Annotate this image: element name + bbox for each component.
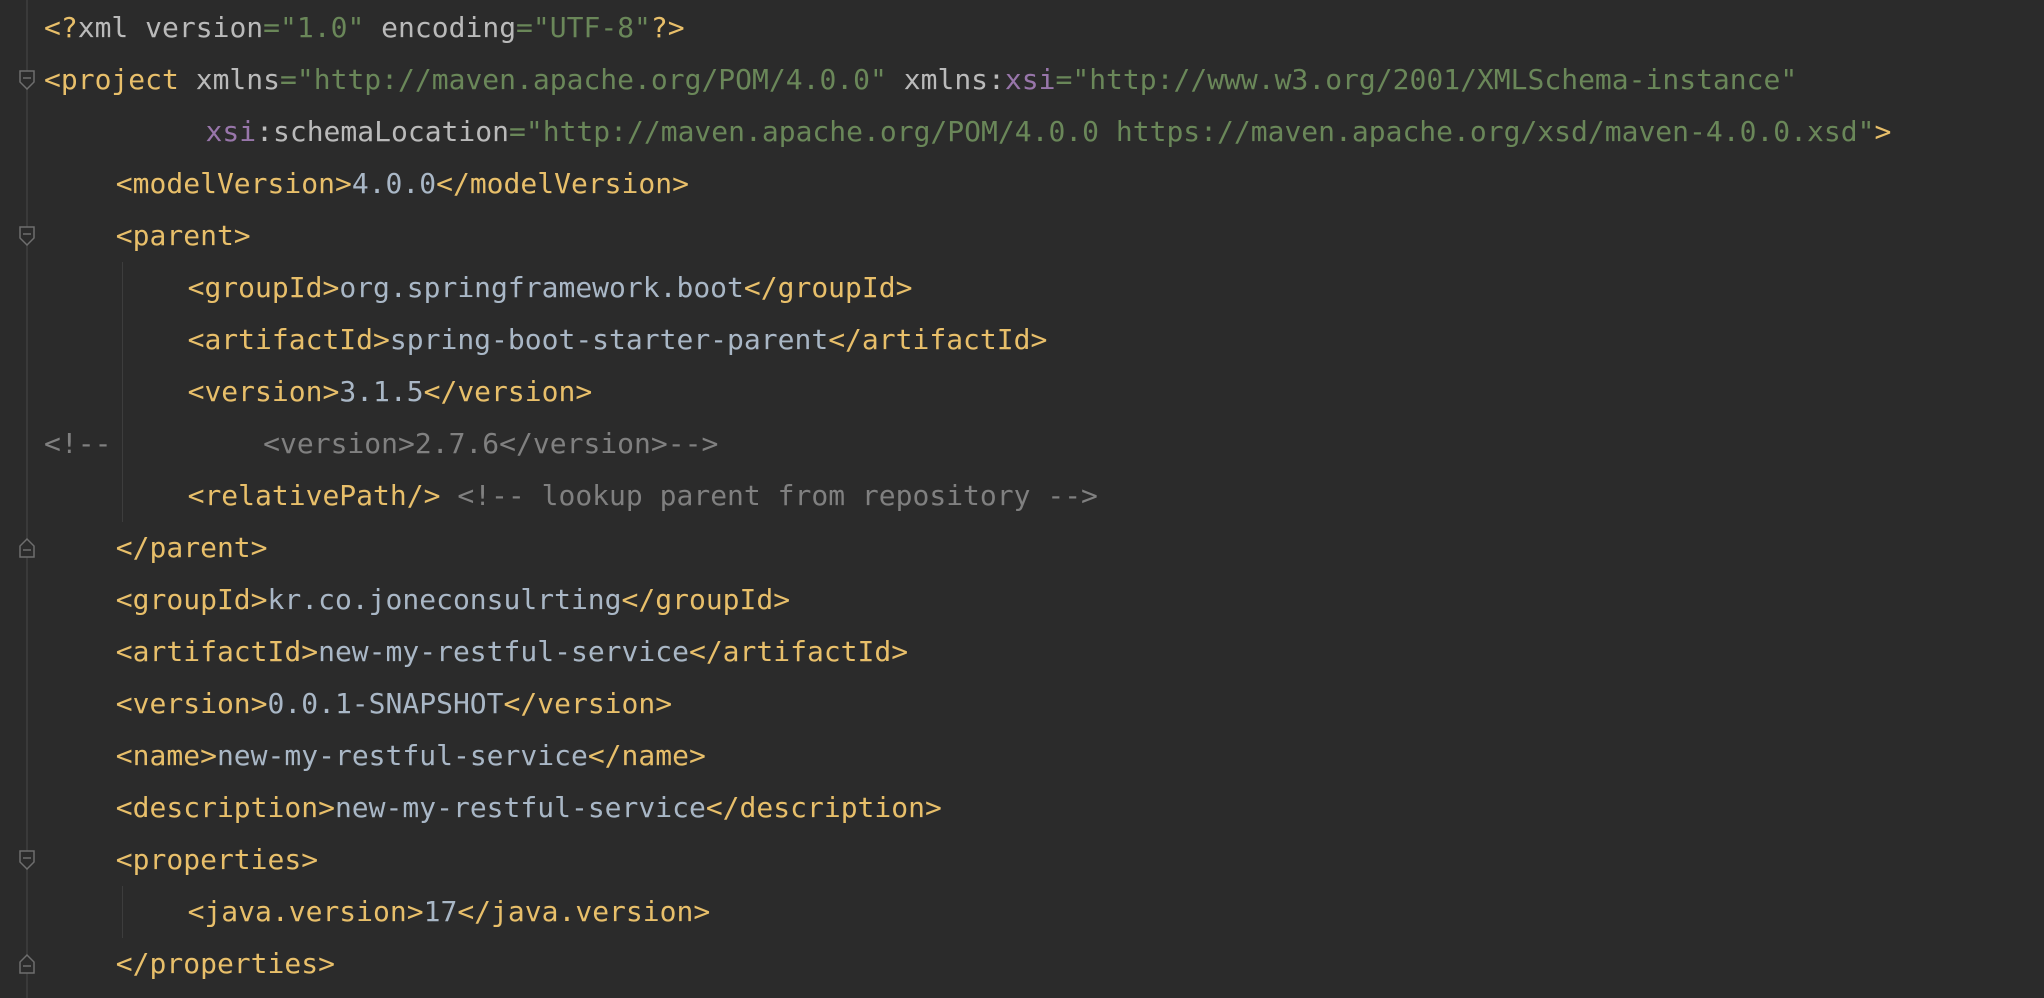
code-token-tag: </properties> [115,947,335,980]
code-token-attr: :schemaLocation [256,115,509,148]
code-line[interactable]: <?xml version="1.0" encoding="UTF-8"?> [44,2,685,54]
code-line[interactable]: <!-- <version>2.7.6</version>--> [44,418,718,470]
code-line[interactable]: <groupId>kr.co.joneconsulrting</groupId> [116,574,790,626]
code-token-tag: <description> [115,791,335,824]
code-token-text: 4.0.0 [351,167,437,200]
fold-open-icon[interactable] [16,225,38,247]
code-line[interactable]: <artifactId>new-my-restful-service</arti… [116,626,908,678]
code-line[interactable]: <version>3.1.5</version> [188,366,593,418]
code-line[interactable]: xsi:schemaLocation="http://maven.apache.… [206,106,1892,158]
code-token-tag: <version> [115,687,268,720]
code-token-text: 3.1.5 [339,375,424,408]
code-token-str: ="http://www.w3.org/2001/XMLSchema-insta… [1055,63,1798,96]
code-token-tag: <artifactId> [187,323,390,356]
code-token-tag: </version> [423,375,593,408]
code-token-tag: </modelVersion> [436,167,689,200]
code-token-text: 17 [423,895,458,928]
code-token-text: new-my-restful-service [318,635,689,668]
code-line[interactable]: <relativePath/> <!-- lookup parent from … [188,470,1098,522]
code-line[interactable]: <properties> [116,834,318,886]
code-token-str: ="http://maven.apache.org/POM/4.0.0 http… [509,115,1875,148]
code-token-attr: version [145,11,264,44]
code-token-tag: </groupId> [743,271,913,304]
code-token-tag: </parent> [115,531,268,564]
indent-guide [121,886,123,938]
code-line[interactable]: <artifactId>spring-boot-starter-parent</… [188,314,1048,366]
code-token-tag: <groupId> [187,271,340,304]
code-token-tag: <relativePath/> [187,479,441,512]
code-token-str: ="UTF-8" [516,11,651,44]
code-token-attr: encoding [364,11,517,44]
indent-guide [121,262,123,522]
code-token-tag: </artifactId> [688,635,909,668]
code-token-attr: xmlns [178,63,281,96]
code-token-text: spring-boot-starter-parent [389,323,829,356]
code-token-punc: <? [44,11,78,44]
code-line[interactable]: </properties> [116,938,335,990]
fold-close-icon[interactable] [16,953,38,975]
code-token-tag: </name> [587,739,706,772]
code-token-tag: <artifactId> [115,635,319,668]
code-token-text: org.springframework.boot [339,271,744,304]
code-token-tag: <parent> [115,219,251,252]
code-token-tag: <project [44,63,179,96]
code-token-punc: ?> [650,11,685,44]
code-line[interactable]: <parent> [116,210,251,262]
code-token-tag: <modelVersion> [115,167,352,200]
fold-close-icon[interactable] [16,537,38,559]
code-token-text: new-my-restful-service [334,791,706,824]
code-line[interactable]: <name>new-my-restful-service</name> [116,730,706,782]
code-token-tag: </artifactId> [828,323,1048,356]
fold-open-icon[interactable] [16,69,38,91]
code-line[interactable]: <groupId>org.springframework.boot</group… [188,262,913,314]
code-token-attr: xml [77,11,146,44]
code-token-ns: xsi [205,115,257,148]
code-token-attr: xmlns: [886,63,1005,96]
code-token-text: 0.0.1-SNAPSHOT [267,687,504,720]
code-token-tag: <version> [187,375,340,408]
code-line[interactable]: <description>new-my-restful-service</des… [116,782,942,834]
code-token-comment: <!-- lookup parent from repository --> [440,479,1098,512]
code-token-tag: <java.version> [187,895,424,928]
code-token-tag: </groupId> [621,583,791,616]
code-token-tag: <name> [115,739,217,772]
code-token-text: new-my-restful-service [216,739,588,772]
code-token-tag: <groupId> [115,583,268,616]
code-editor[interactable]: <?xml version="1.0" encoding="UTF-8"?> <p… [0,0,2044,998]
code-line[interactable]: <project xmlns="http://maven.apache.org/… [44,54,1797,106]
code-line[interactable]: </parent> [116,522,268,574]
fold-open-icon[interactable] [16,849,38,871]
code-token-tag: </java.version> [457,895,711,928]
code-token-ns: xsi [1004,63,1056,96]
code-line[interactable]: <java.version>17</java.version> [188,886,711,938]
code-token-str: ="1.0" [263,11,365,44]
code-line[interactable]: <modelVersion>4.0.0</modelVersion> [116,158,689,210]
code-token-tag: > [1874,115,1892,148]
code-token-tag: <properties> [115,843,319,876]
code-line[interactable]: <version>0.0.1-SNAPSHOT</version> [116,678,672,730]
code-token-str: ="http://maven.apache.org/POM/4.0.0" [280,63,887,96]
code-token-comment: <!-- <version>2.7.6</version>--> [44,427,719,460]
code-token-tag: </description> [705,791,942,824]
code-token-tag: </version> [503,687,673,720]
code-token-text: kr.co.joneconsulrting [267,583,622,616]
